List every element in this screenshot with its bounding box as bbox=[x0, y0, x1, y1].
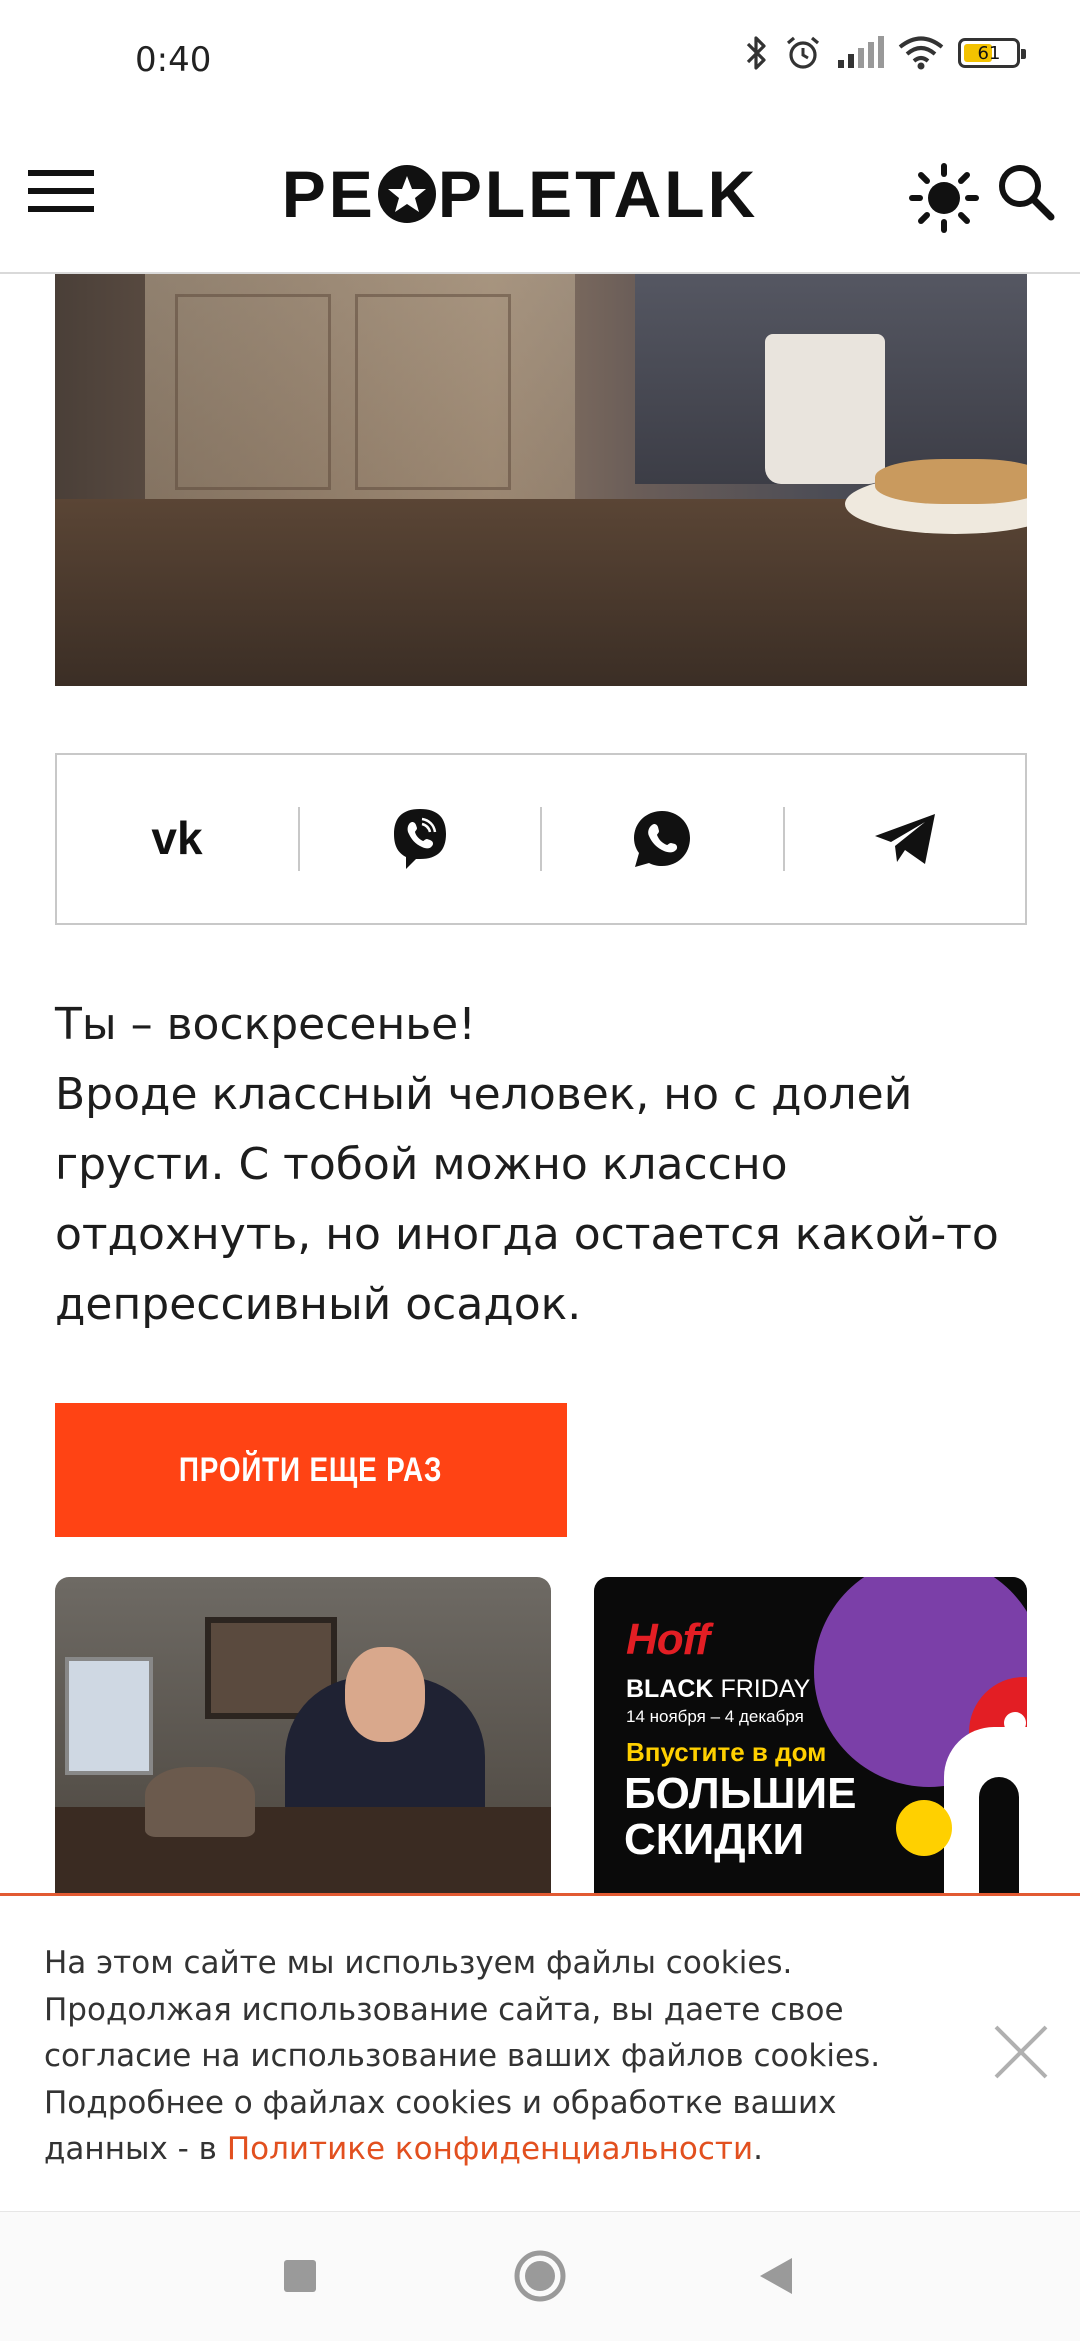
cookie-banner: На этом сайте мы используем файлы cookie… bbox=[0, 1893, 1080, 2211]
privacy-policy-link[interactable]: Политике конфиденциальности bbox=[227, 2131, 753, 2167]
system-nav-bar bbox=[0, 2211, 1080, 2341]
bluetooth-icon bbox=[746, 36, 766, 70]
site-header: PE PLETALK bbox=[0, 124, 1080, 274]
retry-quiz-label: ПРОЙТИ ЕЩЕ РАЗ bbox=[179, 1450, 443, 1489]
ad-title: BLACK FRIDAY bbox=[626, 1675, 811, 1703]
recents-button[interactable] bbox=[282, 2258, 318, 2294]
wifi-icon bbox=[898, 36, 944, 70]
logo-text-left: PE bbox=[281, 157, 376, 231]
site-logo[interactable]: PE PLETALK bbox=[275, 154, 765, 234]
battery-icon: 61 bbox=[958, 38, 1026, 68]
ad-dates: 14 ноября – 4 декабря bbox=[626, 1707, 804, 1726]
logo-text-right: PLETALK bbox=[437, 157, 759, 231]
cookie-text: На этом сайте мы используем файлы cookie… bbox=[44, 1945, 881, 2167]
ad-subtitle: Впустите в дом bbox=[626, 1737, 827, 1767]
logo-star-icon bbox=[377, 165, 436, 223]
share-viber-button[interactable] bbox=[300, 755, 541, 923]
svg-text:vk: vk bbox=[152, 818, 204, 860]
menu-icon[interactable] bbox=[28, 166, 94, 216]
search-icon[interactable] bbox=[996, 162, 1056, 222]
status-icons: 61 bbox=[744, 34, 1026, 72]
result-title: Ты – воскресенье! bbox=[55, 999, 476, 1050]
back-button[interactable] bbox=[758, 2256, 794, 2296]
share-vk-button[interactable]: vk bbox=[57, 755, 298, 923]
home-button[interactable] bbox=[513, 2249, 567, 2303]
retry-quiz-button[interactable]: ПРОЙТИ ЕЩЕ РАЗ bbox=[55, 1403, 567, 1537]
share-whatsapp-button[interactable] bbox=[542, 755, 783, 923]
ad-brand-logo: Hoff bbox=[626, 1615, 710, 1664]
ad-headline: БОЛЬШИЕ СКИДКИ bbox=[624, 1769, 857, 1864]
share-panel: vk bbox=[55, 753, 1027, 925]
quiz-result: Ты – воскресенье! Вроде классный человек… bbox=[55, 990, 1035, 1340]
viber-icon bbox=[393, 809, 446, 869]
share-telegram-button[interactable] bbox=[785, 755, 1026, 923]
related-article-card[interactable] bbox=[55, 1577, 551, 1897]
close-icon[interactable] bbox=[992, 2023, 1050, 2081]
status-time: 0:40 bbox=[135, 40, 212, 80]
status-bar: 0:40 61 bbox=[0, 0, 1080, 124]
ad-card[interactable]: Hoff BLACK FRIDAY 14 ноября – 4 декабря … bbox=[594, 1577, 1027, 1897]
whatsapp-icon bbox=[634, 811, 691, 867]
signal-icon bbox=[838, 36, 884, 68]
theme-icon[interactable] bbox=[908, 162, 980, 234]
battery-level: 61 bbox=[977, 43, 1001, 64]
article-image bbox=[55, 274, 1027, 686]
alarm-icon bbox=[786, 36, 820, 69]
telegram-icon bbox=[874, 814, 935, 864]
vk-icon: vk bbox=[152, 818, 204, 860]
result-description: Вроде классный человек, но с долей груст… bbox=[55, 1069, 999, 1330]
